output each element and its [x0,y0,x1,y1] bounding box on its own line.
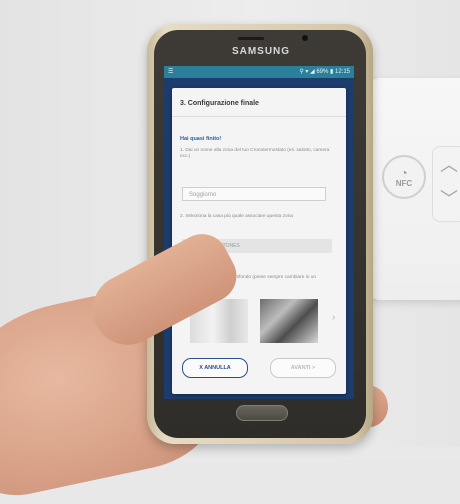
chevron-right-icon[interactable]: › [332,312,335,323]
nfc-icon: ◔ [400,165,408,180]
chevron-up-icon: ︿ [440,155,458,175]
nfc-badge: ◔ NFC [382,155,426,199]
phone-camera [302,35,308,41]
chevron-down-icon: ﹀ [440,189,458,209]
status-left: ☰ [168,69,174,75]
divider [172,116,346,117]
dialog-title: 3. Configurazione finale [180,100,259,107]
home-button[interactable] [236,405,288,421]
zone-name-input[interactable]: Soggiorno [182,187,326,201]
cancel-button[interactable]: X ANNULLA [182,358,248,378]
step2-text: 2. Seleziona la casa più quale associare… [180,214,294,219]
phone-brand: SAMSUNG [231,46,291,57]
next-button[interactable]: AVANTI > [270,358,336,378]
step1-text: 1. Dai un nome alla zona del tuo Cronote… [180,148,330,159]
nfc-label: NFC [395,178,413,188]
dialog-subtitle: Hai quasi finito! [180,136,222,142]
thumbnail-image[interactable] [260,299,318,343]
phone-speaker [238,37,264,40]
phone-screen: ☰ ⚲ ▾ ◢ 69% ▮ 12:15 3. Configurazione fi… [164,66,354,399]
status-right: ⚲ ▾ ◢ 69% ▮ 12:15 [299,69,350,75]
status-bar: ☰ ⚲ ▾ ◢ 69% ▮ 12:15 [164,66,354,78]
